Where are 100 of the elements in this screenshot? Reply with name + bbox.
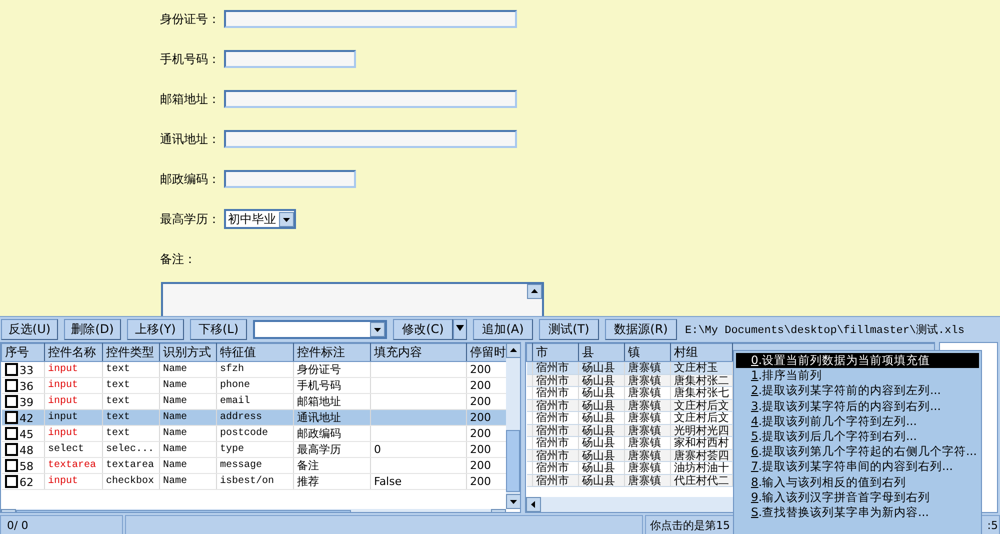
- checkbox[interactable]: [4, 410, 18, 424]
- column-header[interactable]: 市: [532, 344, 578, 362]
- table-cell: 宿州市: [532, 386, 578, 399]
- table-cell: textarea: [44, 458, 102, 474]
- table-cell: 通讯地址: [294, 410, 370, 426]
- menu-item[interactable]: 1.排序当前列: [736, 368, 979, 384]
- dropdown-button[interactable]: [453, 318, 467, 340]
- row-number: 39: [20, 396, 34, 408]
- table-cell: textarea: [102, 458, 160, 474]
- scroll-left-icon[interactable]: [526, 497, 541, 512]
- table-cell: 唐寨村荟四: [670, 449, 732, 462]
- table-cell: 唐寨镇: [624, 374, 670, 386]
- menu-item[interactable]: 8.输入与该列相反的值到右列: [736, 474, 979, 490]
- toolbar-button[interactable]: 追加(A): [473, 318, 533, 340]
- menu-item[interactable]: 5.提取该列后几个字符到右列...: [736, 428, 979, 444]
- input-field[interactable]: [224, 10, 517, 28]
- scroll-up-icon[interactable]: [506, 343, 520, 358]
- menu-item[interactable]: 9.输入该列汉字拼音首字母到右列: [736, 490, 979, 505]
- file-path: E:\My Documents\desktop\fillmaster\测试.xls: [685, 323, 964, 336]
- field-label: 邮政编码：: [160, 170, 221, 188]
- table-cell: 砀山县: [578, 374, 624, 386]
- table-cell: 宿州市: [532, 374, 578, 386]
- status-count: 0/ 0: [0, 515, 123, 534]
- table-cell: 备注: [294, 458, 370, 474]
- column-header[interactable]: 县: [578, 344, 624, 362]
- table-cell: 宿州市: [532, 399, 578, 412]
- checkbox[interactable]: [4, 458, 18, 472]
- input-field[interactable]: [224, 130, 517, 148]
- table-cell: message: [216, 458, 294, 474]
- toolbar-button[interactable]: 删除(D): [64, 318, 121, 340]
- table-cell: 唐寨镇: [624, 412, 670, 424]
- column-header[interactable]: 控件类型: [102, 344, 160, 362]
- table-cell: 砀山县: [578, 462, 624, 474]
- table-cell: 砀山县: [578, 399, 624, 412]
- scrollbar-thumb[interactable]: [506, 430, 520, 492]
- column-header[interactable]: 村组: [670, 344, 732, 362]
- table-cell: 宿州市: [532, 449, 578, 462]
- input-field[interactable]: [224, 90, 517, 108]
- checkbox[interactable]: [4, 426, 18, 440]
- scroll-down-icon[interactable]: [506, 494, 520, 509]
- input-field[interactable]: [224, 170, 356, 188]
- column-header[interactable]: 填充内容: [370, 344, 466, 362]
- table-cell: 手机号码: [294, 378, 370, 394]
- column-header[interactable]: 控件名称: [44, 344, 102, 362]
- toolbar-button[interactable]: 上移(Y): [127, 318, 184, 340]
- column-header[interactable]: 序号: [2, 344, 44, 362]
- menu-item[interactable]: 7.提取该列某字符串间的内容到右列...: [736, 459, 979, 474]
- toolbar-button[interactable]: 数据源(R): [605, 318, 677, 340]
- field-label: 手机号码：: [160, 50, 221, 68]
- table-cell: Name: [160, 442, 216, 458]
- row-number: 36: [20, 380, 34, 392]
- checkbox[interactable]: [4, 474, 18, 488]
- table-cell: input: [44, 410, 102, 426]
- toolbar-button[interactable]: 反选(U): [1, 318, 58, 340]
- table-cell: Name: [160, 474, 216, 490]
- checkbox[interactable]: [4, 442, 18, 456]
- column-header[interactable]: 控件标注: [294, 344, 370, 362]
- table-cell: postcode: [216, 426, 294, 442]
- menu-item[interactable]: 3.提取该列某字符后的内容到右列...: [736, 398, 979, 414]
- toolbar-button[interactable]: 下移(L): [190, 318, 247, 340]
- table-cell: 宿州市: [532, 362, 578, 374]
- toolbar-button[interactable]: 修改(C): [393, 318, 453, 340]
- field-label: 备注：: [160, 250, 197, 268]
- table-cell: 宿州市: [532, 412, 578, 424]
- table-cell: phone: [216, 378, 294, 394]
- field-label: 通讯地址：: [160, 130, 221, 148]
- menu-item[interactable]: 2.提取该列某字符前的内容到左列...: [736, 383, 979, 399]
- table-cell: select: [44, 442, 102, 458]
- column-header[interactable]: 识别方式: [160, 344, 216, 362]
- text-area[interactable]: [161, 282, 544, 316]
- table-cell: Name: [160, 410, 216, 426]
- checkbox[interactable]: [4, 362, 18, 376]
- combo-box[interactable]: [253, 320, 387, 338]
- menu-item[interactable]: 0.设置当前列数据为当前项填充值: [736, 353, 979, 368]
- table-cell: 唐寨镇: [624, 462, 670, 474]
- table-cell: 唐寨镇: [624, 474, 670, 486]
- table-cell: 0: [370, 442, 466, 458]
- table-cell: 光明村光四: [670, 424, 732, 436]
- table-cell: 唐集村张二: [670, 374, 732, 386]
- dropdown[interactable]: 初中毕业: [224, 209, 296, 229]
- column-header[interactable]: 停留时: [466, 344, 506, 362]
- menu-item[interactable]: 4.提取该列前几个字符到左列...: [736, 414, 979, 429]
- table-cell: Name: [160, 426, 216, 442]
- table-cell: 唐集村张七: [670, 386, 732, 399]
- column-header[interactable]: 特征值: [216, 344, 294, 362]
- table-cell: 宿州市: [532, 424, 578, 436]
- toolbar-button[interactable]: 测试(T): [539, 318, 599, 340]
- checkbox[interactable]: [4, 378, 18, 392]
- column-header[interactable]: 镇: [624, 344, 670, 362]
- table-cell: 宿州市: [532, 436, 578, 449]
- menu-item[interactable]: 6.提取该列第几个字符起的右侧几个字符...: [736, 444, 979, 460]
- scroll-up-icon[interactable]: [527, 284, 542, 299]
- table-cell: 家和村西村: [670, 436, 732, 449]
- table-cell: 唐寨镇: [624, 449, 670, 462]
- table-cell: 文庄村玉: [670, 362, 732, 374]
- table-cell: 唐寨镇: [624, 436, 670, 449]
- checkbox[interactable]: [4, 394, 18, 408]
- field-label: 身份证号：: [160, 10, 221, 28]
- input-field[interactable]: [224, 50, 356, 68]
- row-number: 45: [20, 428, 34, 440]
